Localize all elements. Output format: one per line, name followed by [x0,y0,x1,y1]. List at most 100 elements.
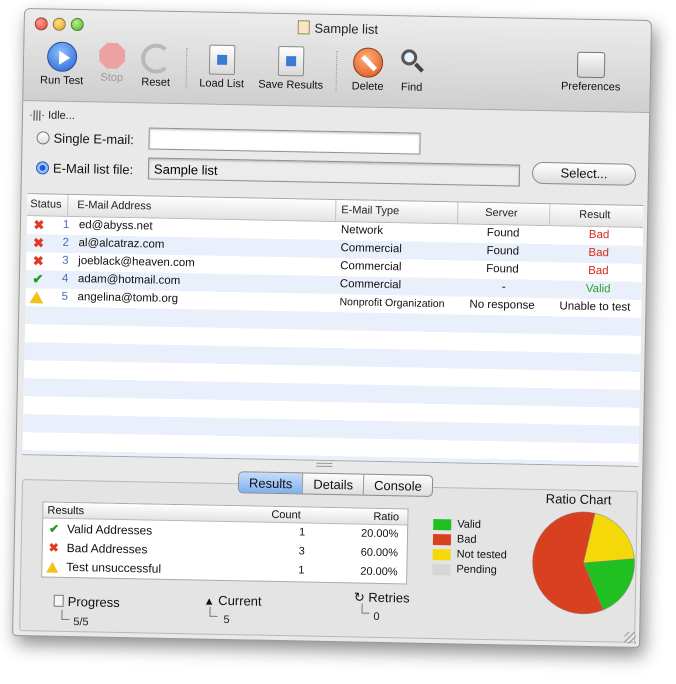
status-text: Idle... [47,109,76,123]
magnifier-icon [398,48,427,79]
delete-button[interactable]: Delete [346,47,391,93]
results-table: Results Count Ratio ✔ Valid Addresses 1 … [41,501,409,585]
column-header-status[interactable]: Status [30,198,61,211]
row-number: 3 [62,254,69,267]
results-count: 3 [298,545,305,558]
run-test-label: Run Test [39,74,84,88]
server-cell: No response [469,298,535,312]
email-cell: adam@hotmail.com [77,273,181,288]
server-cell: Found [486,226,520,240]
upload-icon [277,45,305,77]
load-list-label: Load List [199,77,245,91]
toolbar-separator [335,51,338,92]
row-number: 2 [62,236,70,249]
error-icon: ✖ [32,235,45,251]
result-cell: Valid [585,282,611,296]
error-icon: ✖ [48,540,59,555]
column-header-result[interactable]: Result [579,209,610,222]
preferences-label: Preferences [560,80,621,94]
play-icon [46,41,78,73]
arrow-up-icon [286,56,297,67]
legend-swatch-bad [432,533,452,546]
tree-elbow [209,606,218,617]
type-cell: Nonprofit Organization [339,296,445,311]
email-cell: ed@abyss.net [78,219,153,233]
progress-label: Progress [53,594,120,610]
error-icon: ✖ [32,253,44,269]
split-view-handle[interactable] [316,462,333,468]
single-email-radio[interactable] [36,131,50,145]
tab-console[interactable]: Console [364,475,432,496]
resize-grip[interactable] [623,631,637,644]
select-file-button[interactable]: Select... [531,161,637,186]
save-results-button[interactable]: Save Results [256,45,327,92]
warning-icon [46,561,59,573]
results-count: 1 [298,564,305,577]
delete-label: Delete [351,80,384,93]
count-column-header: Count [271,508,301,522]
source-form: Single E-mail: E-Mail list file: Select.… [22,121,649,203]
email-table[interactable]: Status E-Mail Address E-Mail Type Server… [22,193,644,467]
preferences-button[interactable]: Preferences [556,51,627,93]
tree-elbow [361,603,370,614]
row-number: 5 [61,290,69,303]
results-ratio: 60.00% [360,546,399,560]
type-cell: Commercial [339,278,402,292]
reset-button[interactable]: Reset [134,43,179,89]
results-label: Valid Addresses [66,521,153,538]
tab-details[interactable]: Details [303,473,365,495]
current-value: 5 [223,613,230,627]
toolbar-separator [185,48,188,89]
refresh-icon [140,43,172,74]
single-email-input[interactable] [148,127,421,155]
legend-swatch-pending [432,563,451,576]
reset-label: Reset [141,76,171,89]
result-cell: Bad [588,264,609,278]
retry-icon: ↻ [353,589,365,605]
server-cell: Found [486,262,519,276]
window-title-text: Sample list [314,20,379,37]
document-icon [297,20,310,35]
ratio-pie-chart [532,511,635,615]
stop-icon [99,42,125,68]
title-bar: Sample list Run Test Stop Reset Load Lis… [23,9,651,114]
column-divider [335,200,337,223]
row-number: 4 [61,272,69,285]
column-header-server[interactable]: Server [485,207,518,220]
stop-button[interactable]: Stop [92,42,133,84]
activity-icon: ·|||· [28,109,46,122]
toolbar: Run Test Stop Reset Load List Save Resul… [23,37,650,111]
column-header-email[interactable]: E-Mail Address [77,199,151,212]
ratio-column-header: Ratio [373,510,400,524]
download-icon [208,44,236,76]
email-list-radio[interactable] [35,161,50,175]
tree-elbow [61,609,70,621]
email-list-file-field[interactable] [147,157,521,187]
result-cell: Unable to test [559,300,631,314]
legend-swatch-valid [433,518,452,531]
checkmark-icon: ✔ [48,521,60,536]
legend-swatch-not-tested [432,548,451,561]
column-header-type[interactable]: E-Mail Type [341,204,399,217]
current-label-text: Current [218,592,262,609]
save-results-label: Save Results [258,78,324,92]
tab-results[interactable]: Results [238,472,304,494]
status-line: ·|||· Idle... [29,109,75,122]
retries-label-text: Retries [368,589,410,606]
find-button[interactable]: Find [394,48,431,94]
single-email-label: Single E-mail: [53,130,134,148]
results-ratio: 20.00% [360,565,398,579]
legend-label-bad: Bad [456,533,477,546]
main-window: Sample list Run Test Stop Reset Load Lis… [12,8,652,648]
retries-value: 0 [373,610,380,623]
run-test-button[interactable]: Run Test [36,41,89,87]
results-label: Bad Addresses [66,540,148,557]
preferences-icon [576,51,606,79]
type-cell: Network [340,224,384,237]
email-cell: joeblack@heaven.com [78,255,195,270]
tab-bar: Results Details Console [237,471,434,497]
table-body: ✖ 1 ed@abyss.net Network Found Bad ✖ 2 a… [22,216,643,466]
load-list-button[interactable]: Load List [194,44,251,90]
column-divider [457,202,459,225]
email-list-label: E-Mail list file: [52,160,134,178]
